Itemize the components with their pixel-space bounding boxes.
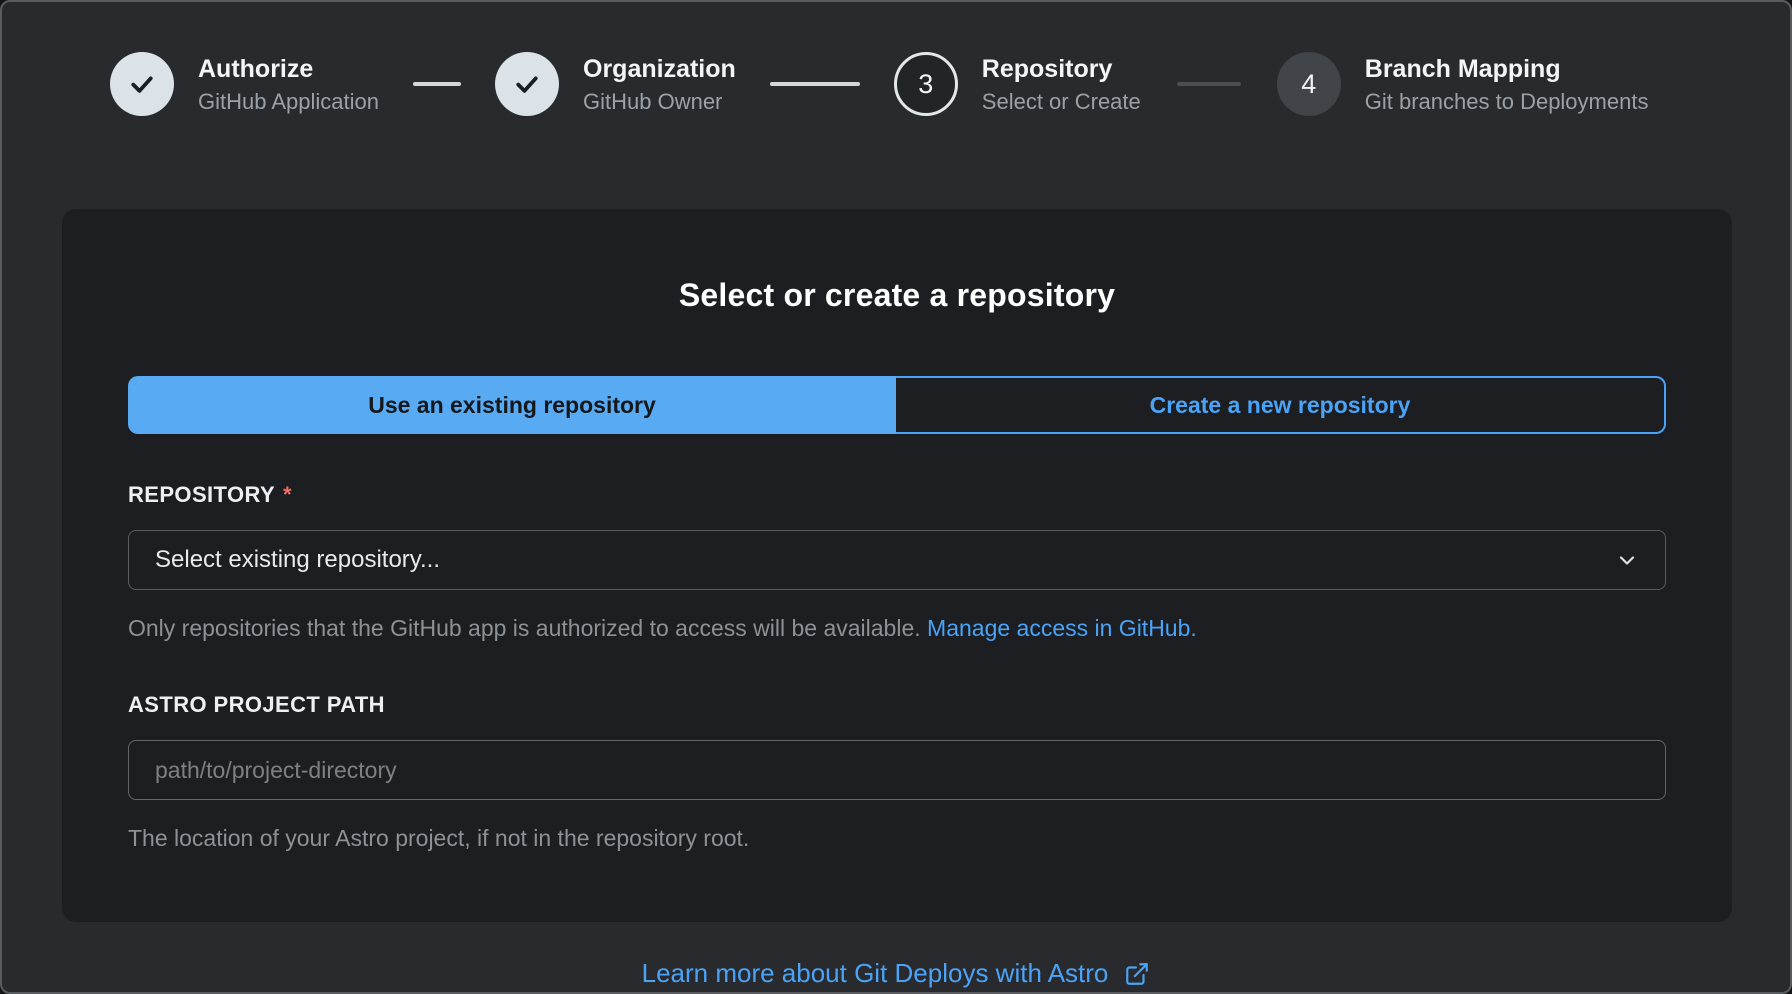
step-authorize: Authorize GitHub Application	[110, 52, 379, 116]
page-title: Select or create a repository	[128, 277, 1666, 314]
repository-field-label: REPOSITORY *	[128, 482, 1666, 508]
project-path-label-text: ASTRO PROJECT PATH	[128, 692, 385, 718]
step-connector	[413, 82, 461, 86]
step-subtitle: GitHub Owner	[583, 89, 736, 115]
manage-access-link[interactable]: Manage access in GitHub.	[927, 615, 1197, 641]
project-path-input[interactable]	[128, 740, 1666, 800]
step-title: Repository	[982, 53, 1141, 86]
required-marker: *	[283, 482, 292, 508]
step-connector	[1177, 82, 1241, 86]
project-path-helper-text: The location of your Astro project, if n…	[128, 822, 1666, 854]
step-repository-text: Repository Select or Create	[982, 53, 1141, 115]
step-subtitle: Git branches to Deployments	[1365, 89, 1649, 115]
step-number-circle: 4	[1277, 52, 1341, 116]
step-branch-mapping: 4 Branch Mapping Git branches to Deploym…	[1277, 52, 1649, 116]
step-organization: Organization GitHub Owner	[495, 52, 736, 116]
tab-existing-repository[interactable]: Use an existing repository	[128, 376, 896, 434]
repository-label-text: REPOSITORY	[128, 482, 275, 508]
step-title: Organization	[583, 53, 736, 86]
step-number-circle: 3	[894, 52, 958, 116]
repository-helper-body: Only repositories that the GitHub app is…	[128, 615, 921, 641]
step-complete-check-icon	[110, 52, 174, 116]
step-organization-text: Organization GitHub Owner	[583, 53, 736, 115]
step-title: Branch Mapping	[1365, 53, 1649, 86]
step-repository: 3 Repository Select or Create	[894, 52, 1141, 116]
repository-step-card: Select or create a repository Use an exi…	[62, 209, 1732, 922]
step-connector	[770, 82, 860, 86]
tab-create-repository[interactable]: Create a new repository	[896, 376, 1666, 434]
repository-select[interactable]: Select existing repository...	[128, 530, 1666, 590]
external-link-icon	[1124, 961, 1150, 987]
learn-more-label: Learn more about Git Deploys with Astro	[642, 958, 1109, 989]
step-subtitle: Select or Create	[982, 89, 1141, 115]
project-path-field-label: ASTRO PROJECT PATH	[128, 692, 1666, 718]
project-path-helper-body: The location of your Astro project, if n…	[128, 825, 749, 851]
step-title: Authorize	[198, 53, 379, 86]
chevron-down-icon	[1615, 548, 1639, 572]
wizard-stepper: Authorize GitHub Application Organizatio…	[110, 52, 1790, 116]
step-subtitle: GitHub Application	[198, 89, 379, 115]
learn-more-link[interactable]: Learn more about Git Deploys with Astro	[2, 958, 1790, 989]
setup-wizard-window: Authorize GitHub Application Organizatio…	[0, 0, 1792, 994]
repository-select-value: Select existing repository...	[155, 546, 440, 574]
step-branch-mapping-text: Branch Mapping Git branches to Deploymen…	[1365, 53, 1649, 115]
step-authorize-text: Authorize GitHub Application	[198, 53, 379, 115]
step-complete-check-icon	[495, 52, 559, 116]
repository-helper-text: Only repositories that the GitHub app is…	[128, 612, 1666, 644]
repository-mode-toggle: Use an existing repository Create a new …	[128, 376, 1666, 434]
